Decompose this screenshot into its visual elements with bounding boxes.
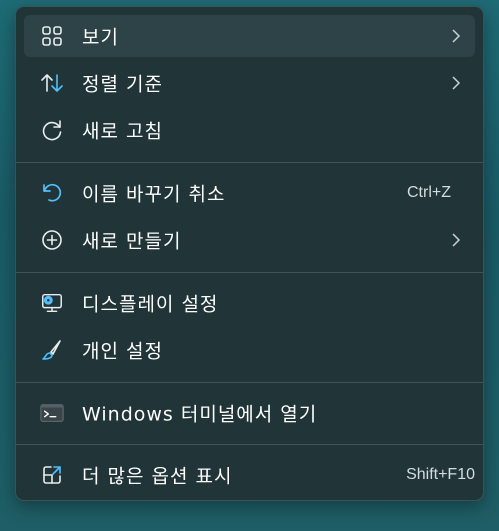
refresh-icon (40, 118, 64, 142)
keyboard-shortcut: Ctrl+Z (407, 184, 451, 201)
menu-item-view[interactable]: 보기 (24, 15, 475, 57)
menu-item-label: 보기 (82, 26, 119, 49)
add-circle-icon (40, 228, 64, 252)
display-settings-icon (40, 291, 64, 315)
desktop-context-menu: 보기 정렬 기준 새로 고침 이름 바꾸기 취소 Ctrl+Z 새로 만들기 디… (15, 6, 484, 501)
menu-item-personalize[interactable]: 개인 설정 (24, 329, 475, 371)
menu-item-undo-rename[interactable]: 이름 바꾸기 취소 Ctrl+Z (24, 172, 475, 214)
chevron-right-icon (449, 27, 463, 45)
menu-item-label: 디스플레이 설정 (82, 293, 219, 316)
menu-item-new[interactable]: 새로 만들기 (24, 219, 475, 261)
menu-item-label: 이름 바꾸기 취소 (82, 183, 226, 206)
menu-separator (16, 272, 483, 273)
menu-item-label: Windows 터미널에서 열기 (82, 403, 318, 426)
undo-icon (40, 181, 64, 205)
menu-item-sort-by[interactable]: 정렬 기준 (24, 62, 475, 104)
menu-item-refresh[interactable]: 새로 고침 (24, 109, 475, 151)
menu-item-label: 더 많은 옵션 표시 (82, 465, 233, 488)
menu-item-label: 새로 고침 (82, 120, 163, 143)
menu-item-display-settings[interactable]: 디스플레이 설정 (24, 282, 475, 324)
menu-item-label: 정렬 기준 (82, 73, 163, 96)
menu-separator (16, 162, 483, 163)
keyboard-shortcut: Shift+F10 (406, 466, 475, 483)
menu-item-label: 새로 만들기 (82, 230, 182, 253)
terminal-icon (40, 401, 64, 425)
menu-item-open-in-terminal[interactable]: Windows 터미널에서 열기 (24, 392, 475, 434)
menu-separator (16, 444, 483, 445)
brush-icon (40, 338, 64, 362)
grid-view-icon (40, 24, 64, 48)
menu-item-label: 개인 설정 (82, 340, 163, 363)
sort-arrows-icon (40, 71, 64, 95)
menu-item-show-more-options[interactable]: 더 많은 옵션 표시 Shift+F10 (24, 454, 475, 496)
chevron-right-icon (449, 231, 463, 249)
chevron-right-icon (449, 74, 463, 92)
show-more-options-icon (40, 463, 64, 487)
menu-separator (16, 382, 483, 383)
